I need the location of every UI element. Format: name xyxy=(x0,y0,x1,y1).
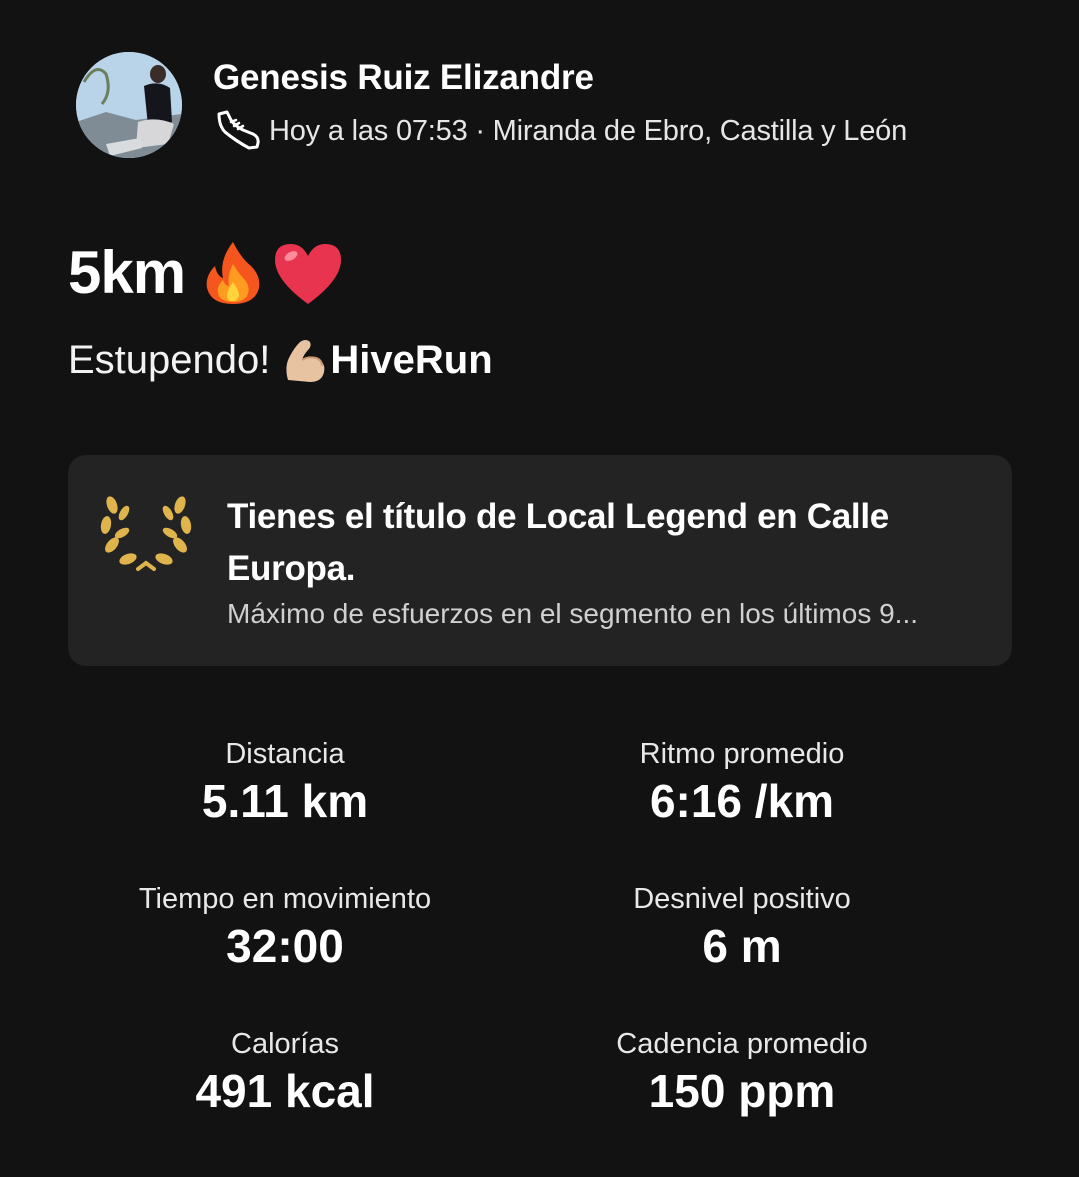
stat-label: Calorías xyxy=(231,1028,339,1060)
fire-emoji xyxy=(206,241,260,304)
activity-date-location: Hoy a las 07:53 · Miranda de Ebro, Casti… xyxy=(269,114,908,147)
heart-emoji xyxy=(275,243,342,304)
stat-label: Desnivel positivo xyxy=(633,883,851,915)
stat-distance: Distancia 5.11 km xyxy=(30,735,540,880)
stat-label: Tiempo en movimiento xyxy=(138,883,432,915)
activity-meta: Hoy a las 07:53 · Miranda de Ebro, Casti… xyxy=(213,110,907,152)
header-text: Genesis Ruiz Elizandre Hoy a las 07:53 ·… xyxy=(213,52,907,152)
stat-value: 150 ppm xyxy=(648,1065,836,1117)
stat-value: 32:00 xyxy=(226,920,344,972)
activity-title-text: 5km xyxy=(68,239,186,306)
stat-value: 6:16 /km xyxy=(649,775,835,827)
local-legend-subtitle: Máximo de esfuerzos en el segmento en lo… xyxy=(227,598,919,629)
description-text: Estupendo! xyxy=(68,337,271,382)
local-legend-title: Tienes el título de Local Legend en Call… xyxy=(227,497,889,588)
flexed-biceps-emoji xyxy=(286,340,325,382)
title-emojis xyxy=(201,240,345,306)
stat-avg-pace: Ritmo promedio 6:16 /km xyxy=(472,735,1012,880)
stat-label: Ritmo promedio xyxy=(639,738,845,770)
stat-calories: Calorías 491 kcal xyxy=(30,1025,540,1170)
laurel-wreath-icon xyxy=(100,496,192,571)
avatar[interactable] xyxy=(76,52,182,158)
description-tag: HiveRun xyxy=(330,337,493,382)
stat-avg-cadence: Cadencia promedio 150 ppm xyxy=(472,1025,1012,1170)
running-shoe-icon xyxy=(217,110,260,150)
stat-label: Distancia xyxy=(225,738,345,770)
athlete-name[interactable]: Genesis Ruiz Elizandre xyxy=(213,58,907,98)
stat-moving-time: Tiempo en movimiento 32:00 xyxy=(30,880,540,1025)
local-legend-card[interactable]: Tienes el título de Local Legend en Call… xyxy=(68,455,1012,666)
activity-stats: Distancia 5.11 km Ritmo promedio 6:16 /k… xyxy=(68,735,1012,1170)
stat-value: 5.11 km xyxy=(201,775,369,827)
activity-header: Genesis Ruiz Elizandre Hoy a las 07:53 ·… xyxy=(76,52,907,158)
stat-elevation-gain: Desnivel positivo 6 m xyxy=(472,880,1012,1025)
stat-value: 491 kcal xyxy=(195,1065,375,1117)
activity-description: Estupendo! HiveRun xyxy=(68,336,493,384)
stat-value: 6 m xyxy=(702,920,782,972)
activity-title[interactable]: 5km xyxy=(68,238,345,307)
stat-label: Cadencia promedio xyxy=(616,1028,868,1060)
